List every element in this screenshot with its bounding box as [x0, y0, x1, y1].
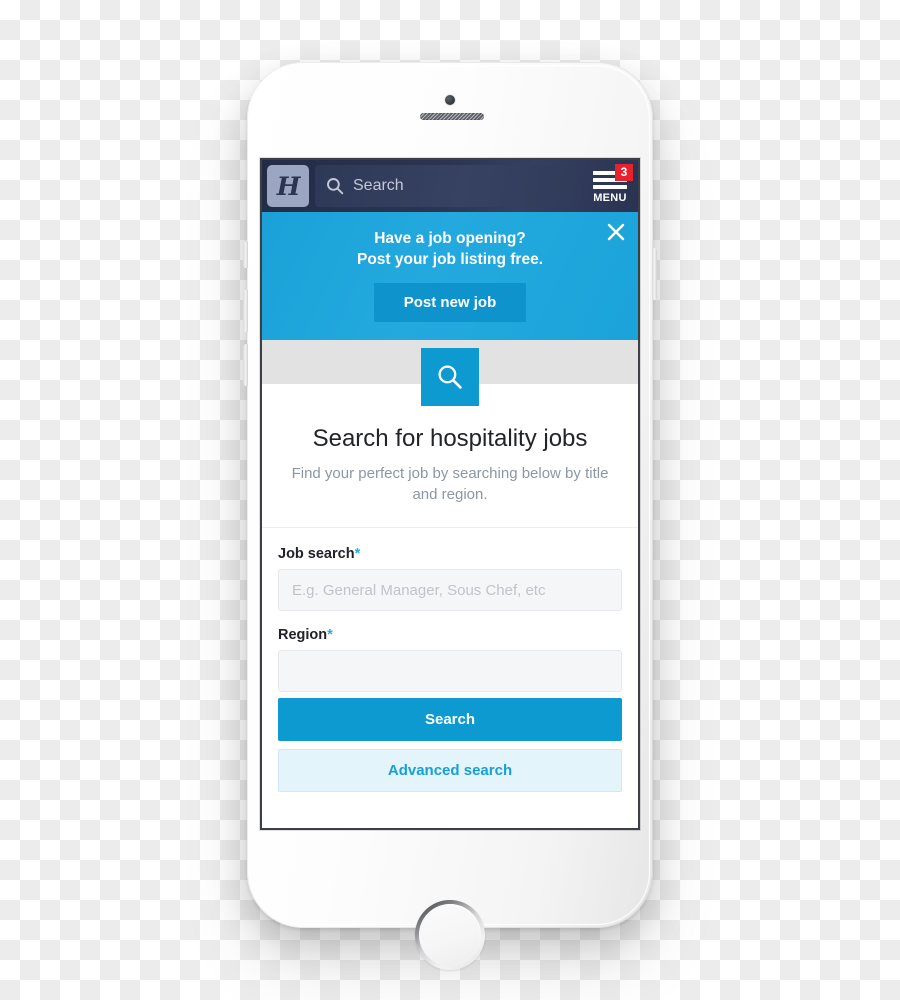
- region-label-text: Region: [278, 627, 328, 643]
- volume-up-button[interactable]: [243, 290, 248, 332]
- region-label: Region*: [278, 627, 622, 643]
- job-search-input[interactable]: [278, 569, 622, 611]
- close-icon[interactable]: [604, 220, 628, 244]
- search-icon: [326, 177, 344, 195]
- app-header: H Search MENU 3: [262, 160, 638, 212]
- job-search-form: Job search* Region* Search Advanced sear…: [262, 528, 638, 814]
- region-input[interactable]: [278, 650, 622, 692]
- search-button[interactable]: Search: [278, 698, 622, 741]
- header-search-input[interactable]: Search: [315, 165, 582, 207]
- header-search-placeholder: Search: [353, 177, 404, 194]
- required-marker: *: [354, 546, 361, 562]
- silent-switch[interactable]: [243, 242, 248, 268]
- required-marker: *: [327, 627, 333, 643]
- hero-band: [262, 340, 638, 406]
- menu-notification-badge: 3: [615, 163, 633, 181]
- power-button[interactable]: [652, 248, 657, 300]
- script-h-logo[interactable]: H: [267, 165, 309, 207]
- phone-screen: H Search MENU 3 Have a job opening? Post…: [262, 160, 638, 828]
- hamburger-bar: [593, 184, 627, 189]
- promo-banner: Have a job opening? Post your job listin…: [262, 212, 638, 340]
- volume-down-button[interactable]: [243, 344, 248, 386]
- job-search-label: Job search*: [278, 546, 622, 562]
- promo-headline: Have a job opening?: [374, 230, 526, 247]
- front-camera: [445, 95, 455, 105]
- earpiece-speaker: [420, 113, 484, 120]
- search-icon: [421, 348, 479, 406]
- phone-device: H Search MENU 3 Have a job opening? Post…: [243, 62, 657, 970]
- page-subtitle: Find your perfect job by searching below…: [291, 465, 609, 503]
- job-search-label-text: Job search: [278, 546, 355, 562]
- logo-letter: H: [276, 171, 301, 201]
- promo-subheadline: Post your job listing free.: [356, 251, 544, 268]
- home-button[interactable]: [415, 900, 485, 970]
- advanced-search-button[interactable]: Advanced search: [278, 749, 622, 792]
- hamburger-menu-button[interactable]: MENU 3: [588, 163, 633, 204]
- menu-label: MENU: [593, 191, 627, 204]
- post-new-job-button[interactable]: Post new job: [374, 283, 526, 322]
- page-title: Search for hospitality jobs: [312, 425, 588, 452]
